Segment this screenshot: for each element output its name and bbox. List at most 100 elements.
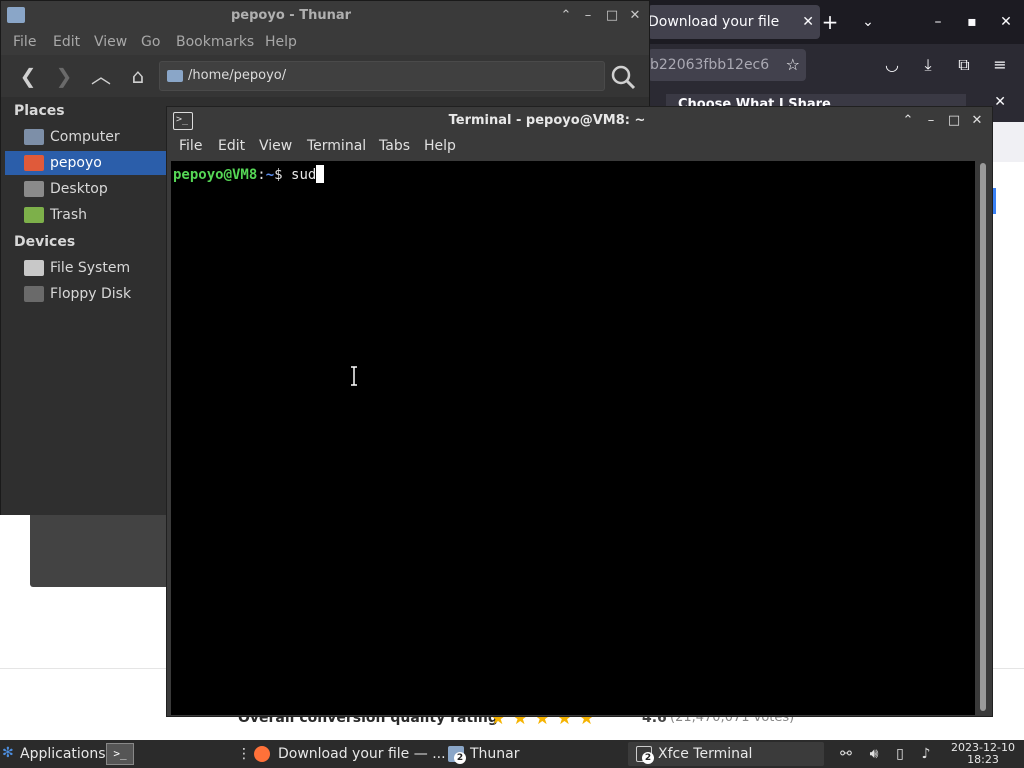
terminal-title: Terminal - pepoyo@VM8: ~ (448, 113, 646, 128)
task-count-badge: 2 (454, 752, 466, 764)
sidebar-item-label: Computer (50, 129, 120, 145)
close-icon[interactable]: ✕ (626, 6, 644, 26)
sidebar-item-label: pepoyo (50, 155, 102, 171)
clock-time: 18:23 (967, 753, 999, 766)
thunar-menubar: File Edit View Go Bookmarks Help (1, 31, 649, 55)
menu-help[interactable]: Help (424, 138, 456, 154)
task-terminal[interactable]: 2 Xfce Terminal (628, 742, 824, 766)
close-window-icon[interactable]: ✕ (994, 10, 1018, 34)
menu-go[interactable]: Go (141, 34, 160, 50)
tab-list-icon[interactable]: ⌄ (856, 10, 880, 34)
firefox-tab[interactable]: Download your file ✕ (648, 5, 820, 39)
terminal-titlebar[interactable]: >_ Terminal - pepoyo@VM8: ~ ⌃ – □ ✕ (167, 107, 992, 135)
terminal-launcher-icon[interactable]: >_ (106, 743, 134, 765)
download-icon[interactable]: ⤓ (916, 53, 940, 77)
volume-icon[interactable]: 🔊︎ (866, 746, 882, 762)
typed-command: sud (291, 167, 317, 183)
close-icon[interactable]: ✕ (968, 111, 986, 131)
pocket-icon[interactable]: ◡ (880, 53, 904, 77)
url-text: b22063fbb12ec6 (650, 57, 770, 73)
floppy-icon (24, 286, 44, 302)
sidebar-item-desktop[interactable]: Desktop (5, 177, 167, 201)
back-icon[interactable]: ❮ (15, 63, 41, 89)
url-bar[interactable]: b22063fbb12ec6 ☆ (648, 49, 806, 81)
sidebar-item-pepoyo[interactable]: pepoyo (5, 151, 167, 175)
prompt-path: ~ (265, 167, 275, 183)
thunar-title: pepoyo - Thunar (230, 8, 352, 23)
firefox-tab-bar: Download your file ✕ + ⌄ – ▪ ✕ (640, 0, 1024, 44)
maximize-icon[interactable]: □ (603, 6, 621, 26)
home-folder-icon (24, 155, 44, 171)
terminal-prompt-line: pepoyo@VM8:~$ sud (173, 165, 325, 183)
sidebar-item-label: Trash (50, 207, 87, 223)
task-label: Thunar (470, 746, 520, 762)
taskbar: ✻ Applications >_ ⋮ Download your file —… (0, 740, 1024, 768)
task-label: Download your file — ... (278, 746, 446, 762)
menu-view[interactable]: View (259, 138, 292, 154)
bookmark-star-icon[interactable]: ☆ (786, 49, 800, 81)
menu-view[interactable]: View (94, 34, 127, 50)
notification-bell-icon[interactable]: ♪ (918, 746, 934, 762)
sidebar-item-file-system[interactable]: File System (5, 256, 167, 280)
new-tab-button[interactable]: + (818, 10, 842, 34)
applications-label: Applications (20, 746, 106, 762)
firefox-icon (254, 746, 270, 762)
terminal-scrollbar[interactable] (977, 161, 989, 715)
task-count-badge: 2 (642, 752, 654, 764)
terminal-screen[interactable]: pepoyo@VM8:~$ sud (171, 161, 975, 715)
sidebar-item-floppy-disk[interactable]: Floppy Disk (5, 282, 167, 306)
extensions-icon[interactable]: ⧉ (952, 53, 976, 77)
folder-icon (167, 70, 183, 82)
menu-edit[interactable]: Edit (218, 138, 245, 154)
location-path: /home/pepoyo/ (188, 68, 287, 83)
desktop-icon (24, 181, 44, 197)
menu-file[interactable]: File (13, 34, 36, 50)
network-icon[interactable]: ⚯ (838, 746, 854, 762)
thunar-titlebar[interactable]: pepoyo - Thunar ⌃ – □ ✕ (1, 1, 649, 31)
clock[interactable]: 2023-12-10 18:23 (946, 742, 1020, 766)
page-strip (990, 122, 1024, 162)
thunar-sidebar: Places Computer pepoyo Desktop Trash Dev… (1, 97, 167, 515)
minimize-icon[interactable]: – (579, 6, 597, 26)
parent-folder-icon[interactable]: ︿ (88, 63, 114, 89)
shade-icon[interactable]: ⌃ (899, 111, 917, 131)
sidebar-item-label: Desktop (50, 181, 108, 197)
task-thunar[interactable]: 2 Thunar (440, 742, 628, 766)
maximize-icon[interactable]: ▪ (960, 10, 984, 34)
menu-terminal[interactable]: Terminal (307, 138, 366, 154)
battery-icon[interactable]: ▯ (892, 746, 908, 762)
search-icon[interactable] (609, 63, 637, 91)
places-heading: Places (14, 103, 65, 119)
firefox-nav-bar: b22063fbb12ec6 ☆ ◡ ⤓ ⧉ ≡ (640, 44, 1024, 86)
menu-edit[interactable]: Edit (53, 34, 80, 50)
sidebar-item-computer[interactable]: Computer (5, 125, 167, 149)
hamburger-menu-icon[interactable]: ≡ (988, 53, 1012, 77)
minimize-icon[interactable]: – (926, 10, 950, 34)
home-icon[interactable]: ⌂ (125, 63, 151, 89)
close-tab-icon[interactable]: ✕ (802, 5, 814, 39)
task-firefox[interactable]: Download your file — ... (246, 742, 446, 766)
drive-icon (24, 260, 44, 276)
menu-help[interactable]: Help (265, 34, 297, 50)
forward-icon[interactable]: ❯ (51, 63, 77, 89)
close-notification-icon[interactable]: ✕ (994, 94, 1006, 110)
firefox-tab-title: Download your file (648, 14, 780, 30)
prompt-user: pepoyo@VM8 (173, 167, 258, 183)
prompt-separator: : (257, 167, 266, 183)
menu-bookmarks[interactable]: Bookmarks (176, 34, 254, 50)
ibeam-cursor-icon (351, 366, 357, 386)
shade-icon[interactable]: ⌃ (557, 6, 575, 26)
menu-file[interactable]: File (179, 138, 202, 154)
maximize-icon[interactable]: □ (945, 111, 963, 131)
terminal-window: >_ Terminal - pepoyo@VM8: ~ ⌃ – □ ✕ File… (166, 106, 993, 717)
devices-heading: Devices (14, 234, 76, 250)
computer-icon (24, 129, 44, 145)
text-cursor (316, 165, 325, 183)
menu-tabs[interactable]: Tabs (379, 138, 410, 154)
scrollbar-thumb[interactable] (980, 163, 986, 711)
sidebar-item-label: File System (50, 260, 131, 276)
page-card (30, 510, 170, 587)
sidebar-item-trash[interactable]: Trash (5, 203, 167, 227)
location-bar[interactable]: /home/pepoyo/ (159, 61, 605, 91)
minimize-icon[interactable]: – (922, 111, 940, 131)
